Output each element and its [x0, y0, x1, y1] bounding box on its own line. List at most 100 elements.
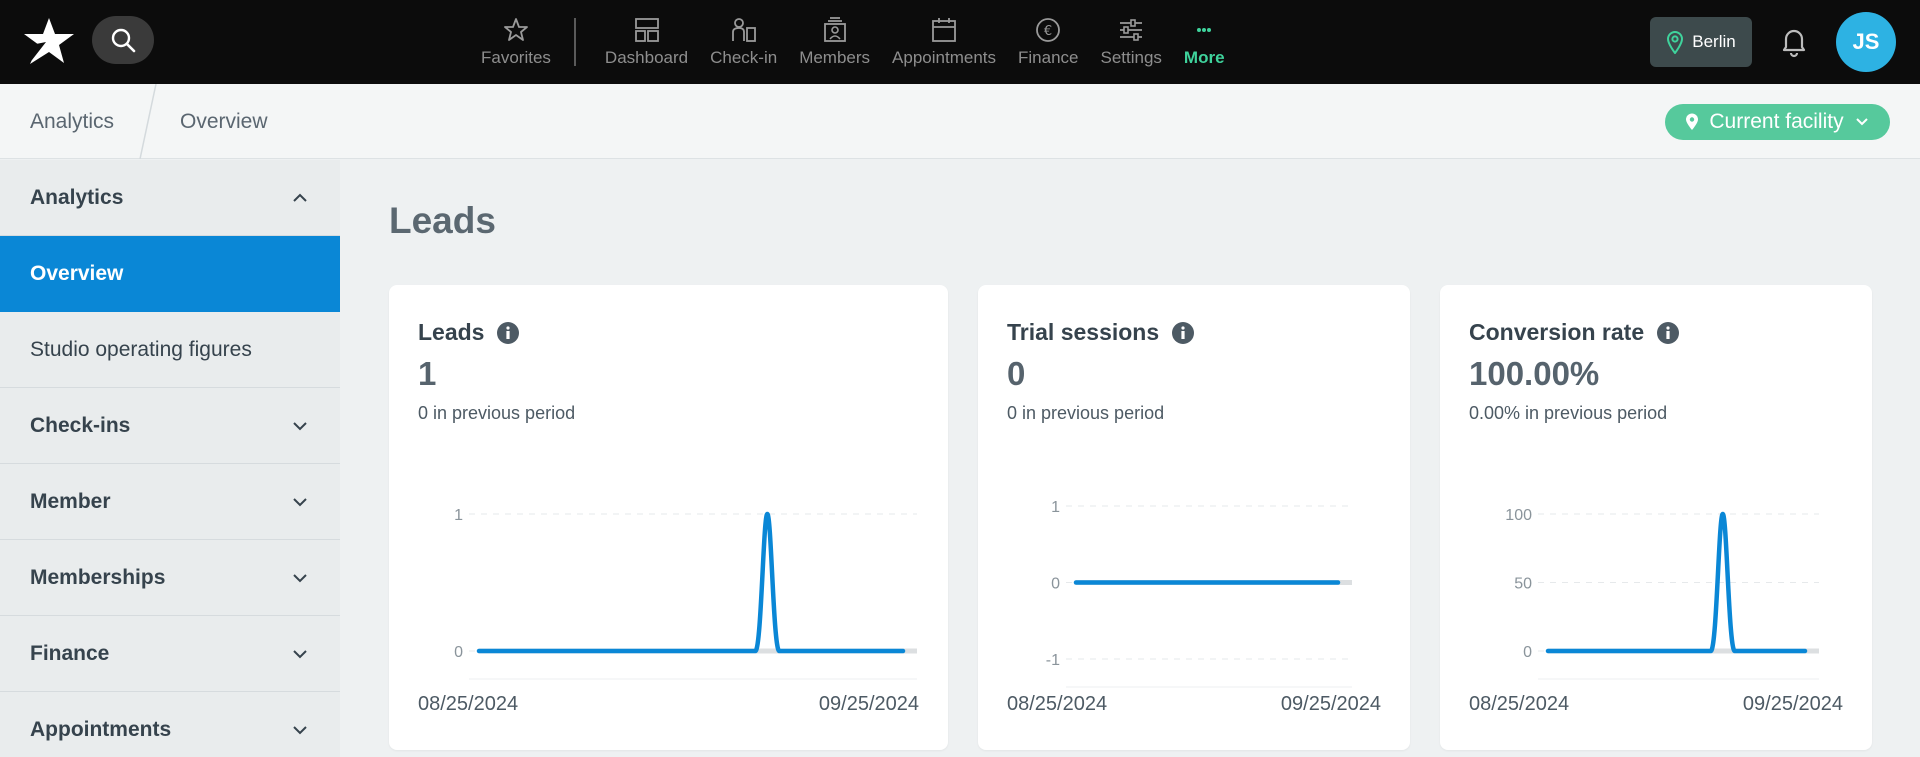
sidebar-item-label: Check-ins	[30, 413, 131, 437]
breadcrumb-overview: Overview	[180, 110, 268, 133]
sidebar-group-memberships[interactable]: Memberships	[0, 540, 340, 616]
nav-checkin[interactable]: Check-in	[699, 0, 788, 84]
nav-appointments-label: Appointments	[892, 48, 996, 67]
breadcrumb-separator	[139, 84, 157, 159]
user-avatar[interactable]: JS	[1836, 12, 1896, 72]
leads-chart: 01	[454, 507, 917, 680]
card-previous-period: 0 in previous period	[1007, 403, 1165, 423]
card-header: Conversion rate	[1469, 319, 1680, 346]
chart-end-date: 09/25/2024	[818, 693, 919, 715]
info-icon[interactable]	[496, 321, 520, 345]
chevron-down-icon	[293, 649, 307, 658]
nav-members-label: Members	[799, 48, 871, 67]
sidebar-item-label: Member	[30, 489, 111, 513]
chevron-down-icon	[293, 497, 307, 506]
sidebar-group-member[interactable]: Member	[0, 464, 340, 540]
sidebar-item-studio-operating-figures[interactable]: Studio operating figures	[0, 312, 340, 388]
sidebar-item-label: Memberships	[30, 565, 166, 589]
calendar-icon	[932, 18, 956, 42]
location-label: Berlin	[1692, 32, 1736, 51]
sidebar-item-overview[interactable]: Overview	[0, 236, 340, 312]
sidebar-item-label: Appointments	[30, 717, 172, 741]
star-icon	[504, 18, 528, 41]
chart-y-tick-label: 1	[454, 507, 463, 524]
card-title: Trial sessions	[1007, 319, 1160, 345]
trial-sessions-chart: -1 0 1	[1046, 499, 1352, 688]
nav-checkin-label: Check-in	[710, 48, 778, 67]
nav-settings-label: Settings	[1100, 48, 1162, 67]
brand-star-logo[interactable]	[22, 16, 76, 66]
chart-y-tick-label: 100	[1505, 507, 1532, 524]
nav-dashboard-label: Dashboard	[604, 48, 689, 67]
nav-members[interactable]: Members	[788, 0, 881, 84]
kpi-card-conversion-rate: 0 50 100 Conversion rate 100.00% 0.00% in …	[1440, 285, 1872, 750]
chart-series-line	[476, 511, 906, 654]
svg-text:€: €	[1044, 24, 1052, 39]
notification-bell-icon[interactable]	[1776, 24, 1812, 60]
checkin-icon	[731, 18, 756, 42]
main-nav: Favorites Dashboard Check-in Members App…	[470, 0, 1236, 84]
search-button[interactable]	[92, 16, 154, 64]
nav-settings[interactable]: Settings	[1089, 0, 1172, 84]
card-previous-period: 0.00% in previous period	[1469, 403, 1668, 423]
map-pin-icon	[1686, 113, 1699, 130]
dashboard-icon	[634, 18, 659, 42]
map-pin-icon	[1667, 31, 1684, 54]
nav-divider	[573, 18, 576, 66]
breadcrumb-analytics[interactable]: Analytics	[30, 84, 114, 159]
nav-favorites-label: Favorites	[481, 48, 551, 67]
nav-more[interactable]: More	[1173, 0, 1236, 84]
nav-appointments[interactable]: Appointments	[881, 0, 1007, 84]
top-navigation-bar: Favorites Dashboard Check-in Members App…	[0, 0, 1920, 84]
breadcrumb: Analytics Overview Current facility	[0, 84, 1920, 159]
chart-y-tick-label: 0	[1523, 644, 1532, 661]
info-icon[interactable]	[1171, 321, 1195, 345]
members-icon	[823, 17, 846, 42]
card-value: 0	[1007, 355, 1026, 392]
chevron-down-icon	[1855, 118, 1868, 126]
chart-end-date: 09/25/2024	[1742, 693, 1843, 715]
chart-end-date: 09/25/2024	[1280, 693, 1381, 715]
nav-finance-label: Finance	[1018, 48, 1079, 67]
card-value: 1	[418, 355, 437, 392]
chevron-down-icon	[293, 573, 307, 582]
sliders-icon	[1120, 19, 1143, 41]
sidebar-group-finance[interactable]: Finance	[0, 616, 340, 692]
sidebar-item-label: Analytics	[30, 185, 124, 209]
current-facility-dropdown[interactable]: Current facility	[1665, 104, 1890, 140]
chart-y-tick-label: 0	[1051, 576, 1060, 593]
card-value: 100.00%	[1469, 355, 1600, 392]
nav-favorites[interactable]: Favorites	[470, 0, 562, 84]
search-icon	[111, 28, 136, 53]
chart-y-tick-label: 50	[1514, 576, 1532, 593]
chart-start-date: 08/25/2024	[1469, 693, 1570, 715]
more-dots-icon	[1197, 28, 1212, 32]
page-title: Leads	[389, 200, 496, 241]
kpi-card-trial-sessions: -1 0 1 Trial sessions 0 0 in previous peri…	[978, 285, 1410, 750]
sidebar-group-appointments[interactable]: Appointments	[0, 692, 340, 757]
chevron-down-icon	[293, 421, 307, 430]
nav-more-label: More	[1183, 48, 1225, 67]
info-icon[interactable]	[1656, 321, 1680, 345]
nav-dashboard[interactable]: Dashboard	[594, 0, 699, 84]
chart-start-date: 08/25/2024	[418, 693, 519, 715]
card-title: Conversion rate	[1469, 319, 1645, 345]
nav-finance[interactable]: € Finance	[1007, 0, 1089, 84]
chevron-up-icon	[293, 193, 307, 202]
chart-y-tick-label: 1	[1051, 499, 1060, 516]
chart-y-tick-label: 0	[454, 644, 463, 661]
sidebar-group-check-ins[interactable]: Check-ins	[0, 388, 340, 464]
location-selector[interactable]: Berlin	[1650, 17, 1752, 67]
chart-start-date: 08/25/2024	[1007, 693, 1108, 715]
sidebar-item-label: Studio operating figures	[30, 337, 252, 361]
chart-y-tick-label: -1	[1046, 652, 1060, 669]
sidebar: Analytics Overview Studio operating figu…	[0, 160, 340, 757]
sidebar-item-label: Overview	[30, 262, 124, 285]
card-previous-period: 0 in previous period	[418, 403, 576, 423]
euro-icon: €	[1036, 18, 1061, 42]
kpi-card-leads: 01 Leads 1 0 in previous period 08/25/20…	[389, 285, 948, 750]
card-header: Leads	[418, 319, 520, 346]
sidebar-group-analytics[interactable]: Analytics	[0, 160, 340, 236]
current-facility-label: Current facility	[1709, 110, 1844, 133]
sidebar-item-label: Finance	[30, 641, 110, 665]
